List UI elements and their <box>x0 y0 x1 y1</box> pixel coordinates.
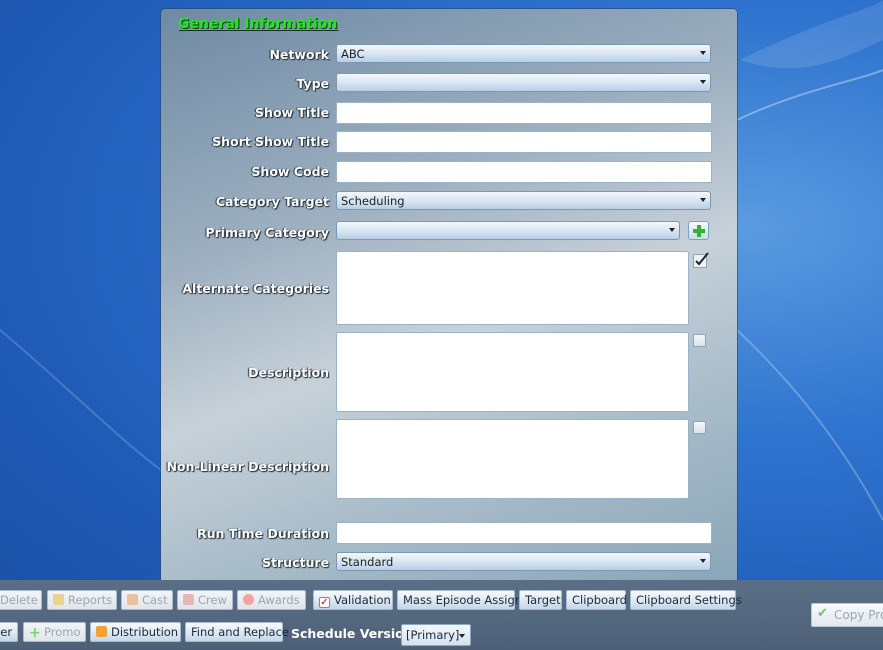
distribution-button-label: Distribution <box>111 625 179 639</box>
distribution-button[interactable]: Distribution <box>90 622 181 642</box>
show-title-label: Show Title <box>255 105 329 120</box>
show-title-input[interactable] <box>336 102 712 124</box>
order-button-label: der <box>0 625 13 639</box>
mass-episode-assign-button-label: Mass Episode Assign <box>403 593 523 607</box>
network-label: Network <box>269 47 329 62</box>
find-and-replace-button[interactable]: Find and Replace <box>185 622 289 642</box>
chevron-down-icon <box>700 198 706 202</box>
copy-check-icon: ✔ <box>817 606 828 621</box>
reports-button-label: Reports <box>68 593 113 607</box>
validation-button[interactable]: ✓ Validation <box>313 590 393 610</box>
clipboard-button[interactable]: Clipboard <box>566 590 627 610</box>
awards-icon <box>243 594 254 605</box>
network-combo[interactable]: ABC <box>336 44 711 63</box>
chevron-down-icon <box>700 80 706 84</box>
cast-button-label: Cast <box>142 593 168 607</box>
schedule-version-label: Schedule Version: <box>291 626 418 641</box>
non-linear-description-label: Non-Linear Description <box>166 459 329 474</box>
alternate-categories-label: Alternate Categories <box>182 281 329 296</box>
mass-episode-assign-button[interactable]: Mass Episode Assign <box>397 590 522 610</box>
non-linear-description-textarea[interactable] <box>336 419 689 499</box>
add-primary-category-button[interactable] <box>688 221 709 240</box>
chevron-down-icon <box>669 228 675 232</box>
category-target-value: Scheduling <box>341 194 405 208</box>
chevron-down-icon <box>459 634 465 638</box>
chevron-down-icon <box>700 51 706 55</box>
structure-value: Standard <box>341 555 394 569</box>
primary-category-label: Primary Category <box>205 225 329 240</box>
checkmark-icon <box>693 252 709 268</box>
category-target-combo[interactable]: Scheduling <box>336 191 711 210</box>
description-label: Description <box>248 365 329 380</box>
crew-button[interactable]: Crew <box>177 590 233 610</box>
primary-category-combo[interactable] <box>336 221 680 240</box>
validation-check-icon: ✓ <box>319 597 330 608</box>
promo-button[interactable]: + Promo <box>23 622 86 642</box>
description-textarea[interactable] <box>336 332 689 412</box>
run-time-duration-input[interactable] <box>336 522 712 544</box>
schedule-version-combo[interactable]: [Primary] <box>401 624 471 646</box>
target-button-label: Target <box>525 593 561 607</box>
type-label: Type <box>296 76 329 91</box>
chevron-down-icon <box>700 559 706 563</box>
short-show-title-label: Short Show Title <box>212 134 329 149</box>
description-checkbox[interactable] <box>693 334 706 347</box>
distribution-icon <box>96 626 107 637</box>
clipboard-settings-button[interactable]: Clipboard Settings <box>630 590 742 610</box>
delete-button[interactable]: Delete <box>0 590 42 610</box>
structure-label: Structure <box>262 555 329 570</box>
alternate-categories-checkbox[interactable] <box>693 252 709 268</box>
delete-button-label: Delete <box>0 593 38 607</box>
awards-button-label: Awards <box>258 593 300 607</box>
promo-icon: + <box>29 625 41 641</box>
find-and-replace-button-label: Find and Replace <box>191 625 289 639</box>
target-button[interactable]: Target <box>519 590 562 610</box>
bottom-toolbar: Delete Reports Cast Crew Awards ✓ Validat… <box>0 580 883 650</box>
alternate-categories-list[interactable] <box>336 251 689 325</box>
cast-icon <box>127 594 138 605</box>
copy-program-button-label: Copy Pro <box>834 608 883 622</box>
copy-program-button[interactable]: ✔ Copy Pro <box>811 603 883 627</box>
section-title: General Information <box>178 16 338 32</box>
awards-button[interactable]: Awards <box>237 590 306 610</box>
general-information-panel: General Information Network ABC Type Sho… <box>161 9 737 581</box>
crew-button-label: Crew <box>198 593 227 607</box>
run-time-duration-label: Run Time Duration <box>196 526 329 541</box>
schedule-version-value: [Primary] <box>406 628 460 642</box>
crew-icon <box>183 594 194 605</box>
order-button[interactable]: der <box>0 622 18 642</box>
structure-combo[interactable]: Standard <box>336 552 711 571</box>
network-value: ABC <box>341 47 365 61</box>
category-target-label: Category Target <box>215 194 329 209</box>
clipboard-settings-button-label: Clipboard Settings <box>636 593 742 607</box>
short-show-title-input[interactable] <box>336 131 712 153</box>
clipboard-button-label: Clipboard <box>572 593 627 607</box>
show-code-label: Show Code <box>251 164 329 179</box>
cast-button[interactable]: Cast <box>121 590 173 610</box>
reports-button[interactable]: Reports <box>47 590 117 610</box>
non-linear-description-checkbox[interactable] <box>693 421 706 434</box>
validation-button-label: Validation <box>334 593 391 607</box>
type-combo[interactable] <box>336 73 711 92</box>
reports-icon <box>53 594 64 605</box>
promo-button-label: Promo <box>44 625 81 639</box>
show-code-input[interactable] <box>336 161 712 183</box>
